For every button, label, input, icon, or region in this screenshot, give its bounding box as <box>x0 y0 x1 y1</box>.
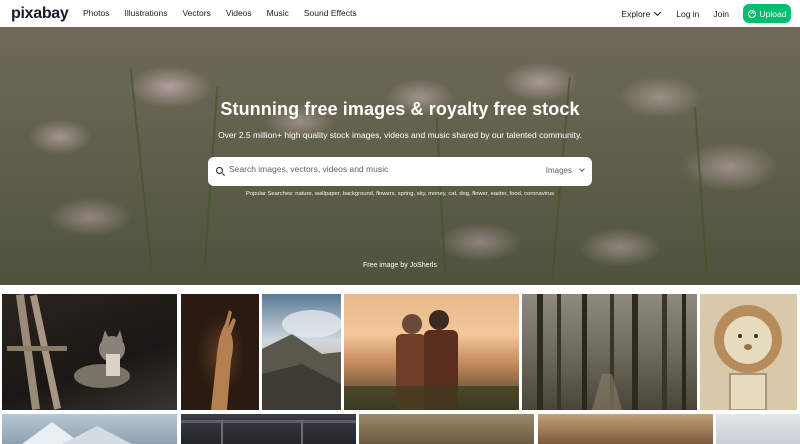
nav-sound-effects[interactable]: Sound Effects <box>304 8 357 18</box>
image-tile-cat[interactable] <box>2 294 177 410</box>
coast-photo <box>262 310 341 410</box>
hero-overlay <box>0 27 800 285</box>
explore-label: Explore <box>621 8 651 19</box>
image-tile-mountain[interactable] <box>2 414 177 444</box>
hero-title: Stunning free images & royalty free stoc… <box>220 99 580 119</box>
image-tile-lion-illustration[interactable] <box>700 294 797 410</box>
image-tile-architecture[interactable] <box>181 414 356 444</box>
chevron-down-icon <box>654 8 662 16</box>
couple-photo <box>344 310 519 410</box>
image-tile-partial[interactable] <box>716 414 800 444</box>
image-tile-nature[interactable] <box>359 414 534 444</box>
search-type-dropdown[interactable]: Images <box>545 166 585 175</box>
image-tile-still-life[interactable] <box>538 414 713 444</box>
image-tile-hand[interactable] <box>181 294 259 410</box>
forest-photo <box>537 294 686 410</box>
search-bar: Images <box>208 157 592 186</box>
image-credit[interactable]: Free image by JoSherls <box>0 262 800 269</box>
cat-photo <box>7 294 130 410</box>
image-tile-forest[interactable] <box>522 294 697 410</box>
hero-subtitle: Over 2.5 million+ high quality stock ima… <box>218 130 582 140</box>
account-nav: Explore Log in Join Upload <box>621 4 791 23</box>
mountain-photo <box>22 422 132 444</box>
chevron-down-icon <box>579 166 585 172</box>
nav-vectors[interactable]: Vectors <box>182 8 210 18</box>
search-icon[interactable] <box>216 167 223 174</box>
login-link[interactable]: Log in <box>676 9 699 19</box>
lion-illustration <box>714 305 782 410</box>
architecture-photo <box>181 420 356 444</box>
join-link[interactable]: Join <box>713 9 729 19</box>
hero-banner: Stunning free images & royalty free stoc… <box>0 27 800 285</box>
popular-searches[interactable]: Popular Searches: nature, wallpaper, bac… <box>0 191 800 197</box>
hand-photo <box>211 310 236 410</box>
nav-videos[interactable]: Videos <box>226 8 252 18</box>
upload-icon <box>747 9 756 18</box>
top-navigation: pixabay Photos Illustrations Vectors Vid… <box>0 0 800 27</box>
upload-button[interactable]: Upload <box>743 4 791 23</box>
image-tile-coast[interactable] <box>262 294 341 410</box>
search-input[interactable] <box>229 164 529 174</box>
image-tile-couple[interactable] <box>344 294 519 410</box>
explore-menu[interactable]: Explore <box>621 8 662 19</box>
search-type-label: Images <box>545 166 572 175</box>
upload-label: Upload <box>759 8 787 19</box>
nav-music[interactable]: Music <box>267 8 289 18</box>
main-nav: Photos Illustrations Vectors Videos Musi… <box>83 8 372 18</box>
nav-photos[interactable]: Photos <box>83 8 109 18</box>
pixabay-logo[interactable]: pixabay <box>11 5 69 23</box>
nav-illustrations[interactable]: Illustrations <box>124 8 167 18</box>
